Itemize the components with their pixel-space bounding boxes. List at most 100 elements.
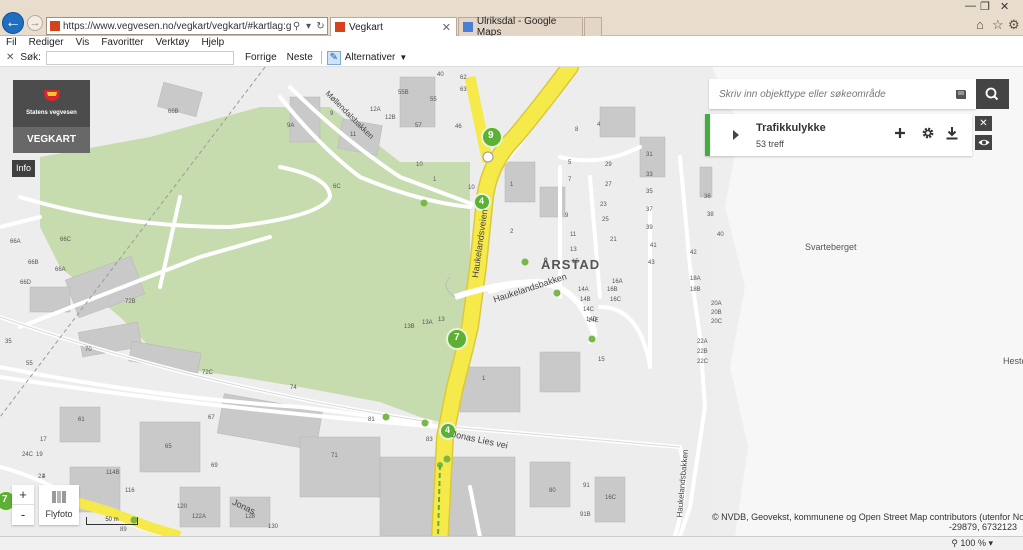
address-number: 83 [426,437,433,443]
zoom-in-button[interactable]: + [12,485,34,505]
address-number: 16A [612,279,623,285]
window-close-icon[interactable]: ✕ [1000,0,1009,13]
address-number: 40 [717,232,724,238]
menu-fil[interactable]: Fil [6,37,17,48]
menu-hjelp[interactable]: Hjelp [201,37,224,48]
close-tab-icon[interactable]: ✕ [442,21,451,34]
map-view[interactable]: 9 4 7 4 7 ÅRSTAD Svarteberget Heste Hauk… [0,67,1023,536]
new-tab-button[interactable] [584,17,602,36]
close-layer-icon[interactable]: ✕ [975,116,992,131]
address-number: 66A [10,239,21,245]
address-number: 24C [22,452,34,458]
favorites-star-icon[interactable]: ☆ [992,17,1004,33]
layer-panel-trafikkulykke[interactable]: Trafikkulykke 53 treff [705,114,972,156]
address-number: 46 [455,124,462,130]
address-number: 11 [350,132,357,138]
menu-vis[interactable]: Vis [76,37,90,48]
address-number: 21 [610,237,617,243]
home-icon[interactable]: ⌂ [976,17,984,32]
menu-verktoy[interactable]: Verktøy [156,37,190,48]
menu-favoritter[interactable]: Favoritter [101,37,143,48]
book-icon[interactable] [955,89,967,100]
highlight-icon[interactable]: ✎ [326,50,341,65]
address-number: 66B [168,109,179,115]
address-number: 37 [646,207,653,213]
visibility-eye-icon[interactable] [975,135,992,150]
settings-gear-icon[interactable]: ⚙ [1008,17,1020,33]
add-icon[interactable] [893,126,907,140]
address-number: 43 [648,260,655,266]
address-number: 6C [333,184,341,190]
expand-arrow-icon[interactable] [733,130,739,140]
address-number: 57 [415,123,422,129]
vegkart-favicon-icon [335,22,345,32]
info-button[interactable]: Info [12,160,35,177]
zoom-dropdown-icon[interactable]: ▾ [988,538,993,548]
flyfoto-label: Flyfoto [45,509,73,519]
app-logo[interactable]: Statens vegvesen VEGKART [13,80,90,153]
search-input[interactable]: Skriv inn objekttype eller søkeområde [709,89,955,100]
address-number: 72B [125,299,136,305]
find-input[interactable] [45,50,234,65]
address-number: 128 [245,514,256,520]
close-find-icon[interactable]: ✕ [6,52,14,63]
address-number: 42 [690,250,697,256]
address-number: 27 [605,182,612,188]
address-number: 7 [568,177,572,183]
chevron-down-icon[interactable]: ▼ [399,53,407,62]
find-previous-button[interactable]: Forrige [245,52,277,63]
address-number: 91B [580,512,591,518]
address-number: 1 [510,182,514,188]
address-number: 35 [5,339,12,345]
address-number: 4 [597,122,601,128]
back-button[interactable]: ← [2,12,24,34]
tab-vegkart[interactable]: Vegkart ✕ [330,17,457,36]
address-number: 35 [646,189,653,195]
address-number: 66D [20,280,32,286]
gear-icon[interactable] [921,126,935,140]
dropdown-arrow-icon[interactable]: ▾ [303,21,314,32]
address-number: 55B [398,90,409,96]
search-button[interactable] [976,79,1009,109]
flyfoto-button[interactable]: Flyfoto [39,485,79,525]
address-number: 15 [598,357,605,363]
address-number: 55 [430,97,437,103]
zoom-level[interactable]: ⚲ 100 % ▾ [951,538,993,549]
zoom-magnifier-icon: ⚲ [951,538,958,548]
refresh-icon[interactable]: ↻ [315,21,326,32]
cursor-coordinates: -29879, 6732123 [948,522,1017,532]
address-number: 63 [460,87,467,93]
address-number: 70 [85,347,92,353]
layer-title: Trafikkulykke [756,122,826,134]
address-number: 71 [331,453,338,459]
search-icon[interactable]: ⚲ [291,21,302,32]
tab-google-maps[interactable]: Ulriksdal - Google Maps [458,16,583,38]
address-number: 16C [605,495,617,501]
address-number: 89 [120,527,127,533]
address-number: 61 [78,417,85,423]
divider [320,51,322,64]
object-search-box[interactable]: Skriv inn objekttype eller søkeområde [709,79,976,109]
find-options-button[interactable]: Alternativer [345,52,396,63]
restore-icon[interactable]: ❐ [980,0,990,13]
address-number: 13A [422,320,433,326]
find-next-button[interactable]: Neste [287,52,313,63]
zoom-out-button[interactable]: - [12,505,34,525]
address-number: 74 [290,385,297,391]
forward-button[interactable]: → [27,15,43,31]
address-number: 66C [60,237,72,243]
address-url[interactable]: https://www.vegvesen.no/vegkart/vegkart/… [63,21,291,32]
address-number: 8 [575,127,579,133]
download-icon[interactable] [945,126,959,140]
address-bar[interactable]: https://www.vegvesen.no/vegkart/vegkart/… [46,17,328,35]
address-number: 15 [572,259,579,265]
address-number: 36 [704,194,711,200]
menu-rediger[interactable]: Rediger [29,37,64,48]
zoom-control: + - [12,485,34,525]
address-number: 10 [468,185,475,191]
address-number: 116 [125,488,135,494]
address-number: 39 [646,225,653,231]
minimize-icon[interactable]: — [965,0,976,12]
address-number: 29 [605,162,612,168]
address-number: 4 [42,474,46,480]
